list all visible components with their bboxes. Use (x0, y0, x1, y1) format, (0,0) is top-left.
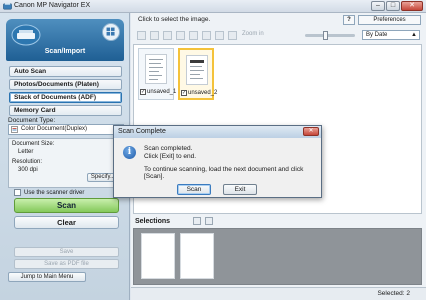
scanner-icon (11, 24, 41, 46)
dialog-message-line2: Click [Exit] to end. (144, 153, 197, 160)
mode-auto-scan[interactable]: Auto Scan (9, 66, 122, 77)
resolution-label: Resolution: (12, 159, 43, 165)
grid-icon (106, 27, 115, 36)
dialog-message-line3: To continue scanning, load the next docu… (144, 166, 304, 180)
app-icon (3, 2, 12, 10)
chevron-down-icon: ▲ (411, 32, 417, 38)
minimize-button[interactable]: – (371, 1, 385, 11)
left-panel: Scan/Import Auto Scan Photos/Documents (… (0, 13, 130, 300)
thumbnail-unsaved-1[interactable]: ✓ unsaved_1 (138, 48, 176, 100)
trim-icon[interactable] (202, 31, 211, 40)
instruction-text: Click to select the image. (138, 16, 211, 23)
image-toolbar: Zoom in By Date ▲ (135, 30, 422, 42)
thumbnail-caption: ✓ unsaved_1 (140, 89, 176, 95)
selections-bar: Selections (133, 216, 422, 227)
preferences-button[interactable]: Preferences (358, 15, 421, 25)
mode-memory-card[interactable]: Memory Card (9, 105, 122, 116)
thumbnail-unsaved-2[interactable]: ✓ unsaved_2 (178, 48, 217, 100)
zoom-icon[interactable] (228, 31, 237, 40)
crop-icon[interactable] (189, 31, 198, 40)
use-scanner-driver-checkbox[interactable] (14, 189, 21, 196)
thumbnail-checkbox[interactable]: ✓ (140, 89, 146, 95)
dialog-close-button[interactable]: ✕ (303, 127, 319, 136)
document-type-value: Color Document(Duplex) (21, 126, 88, 132)
document-size-value: Letter (18, 149, 34, 155)
zoom-in-label: Zoom in (242, 31, 264, 37)
dialog-title-bar: Scan Complete ✕ (114, 126, 321, 138)
slider-knob[interactable] (323, 31, 328, 40)
document-page-image (145, 54, 167, 84)
save-as-pdf-button[interactable]: Save as PDF file (14, 259, 119, 269)
scan-import-header: Scan/Import (6, 19, 124, 61)
maximize-button[interactable]: □ (386, 1, 400, 11)
document-type-select[interactable]: Color Document(Duplex) ▼ (8, 124, 124, 135)
help-button[interactable]: ? (343, 15, 355, 25)
view-icon[interactable] (215, 31, 224, 40)
thumbnail-caption: ✓ unsaved_2 (181, 90, 217, 96)
flip-icon[interactable] (176, 31, 185, 40)
use-scanner-driver-label: Use the scanner driver (24, 189, 85, 196)
select-all-icon[interactable] (137, 31, 146, 40)
scan-button[interactable]: Scan (14, 198, 119, 213)
thumbnail-label: unsaved_2 (188, 90, 218, 96)
sort-select[interactable]: By Date ▲ (362, 30, 420, 40)
document-size-label: Document Size: (12, 141, 55, 147)
thumbnail-checkbox[interactable]: ✓ (181, 90, 187, 96)
info-icon: i (123, 146, 136, 159)
single-view-icon[interactable] (205, 217, 213, 225)
sort-value: By Date (366, 32, 388, 38)
dialog-message-line1: Scan completed. (144, 145, 193, 152)
status-bar: Selected: 2 (131, 287, 426, 300)
dialog-title: Scan Complete (118, 128, 166, 135)
scan-import-label: Scan/Import (44, 48, 86, 55)
status-text: Selected: 2 (377, 290, 410, 297)
close-button[interactable]: ✕ (401, 1, 423, 11)
jump-to-main-menu-button[interactable]: Jump to Main Menu (8, 272, 86, 282)
document-type-label: Document Type: (8, 117, 56, 124)
selections-area (133, 228, 422, 285)
rotate-left-icon[interactable] (150, 31, 159, 40)
dialog-exit-button[interactable]: Exit (223, 184, 257, 195)
scan-settings-box: Document Size: Letter Resolution: 300 dp… (8, 138, 124, 188)
document-page-image (186, 55, 208, 85)
thumbnail-size-slider[interactable] (305, 31, 355, 40)
rotate-right-icon[interactable] (163, 31, 172, 40)
save-button[interactable]: Save (14, 247, 119, 257)
document-icon (11, 126, 18, 133)
thumbnail-label: unsaved_1 (147, 89, 177, 95)
dialog-scan-button[interactable]: Scan (177, 184, 211, 195)
preferences-label: Preferences (373, 17, 406, 23)
selection-thumbnail[interactable] (180, 233, 214, 279)
mode-stack-of-documents-adf[interactable]: Stack of Documents (ADF) (9, 92, 122, 103)
window-title: Canon MP Navigator EX (14, 2, 91, 9)
selection-thumbnail[interactable] (141, 233, 175, 279)
use-scanner-driver[interactable]: Use the scanner driver (14, 189, 84, 196)
mode-photos-documents-platen[interactable]: Photos/Documents (Platen) (9, 79, 122, 90)
selections-label: Selections (135, 218, 171, 225)
scan-complete-dialog: Scan Complete ✕ i Scan completed. Click … (113, 125, 322, 198)
title-bar: Canon MP Navigator EX – □ ✕ (0, 0, 426, 13)
clear-button[interactable]: Clear (14, 216, 119, 229)
grid-view-icon[interactable] (193, 217, 201, 225)
resolution-value: 300 dpi (18, 167, 38, 173)
navigation-mode-button[interactable] (102, 23, 120, 41)
